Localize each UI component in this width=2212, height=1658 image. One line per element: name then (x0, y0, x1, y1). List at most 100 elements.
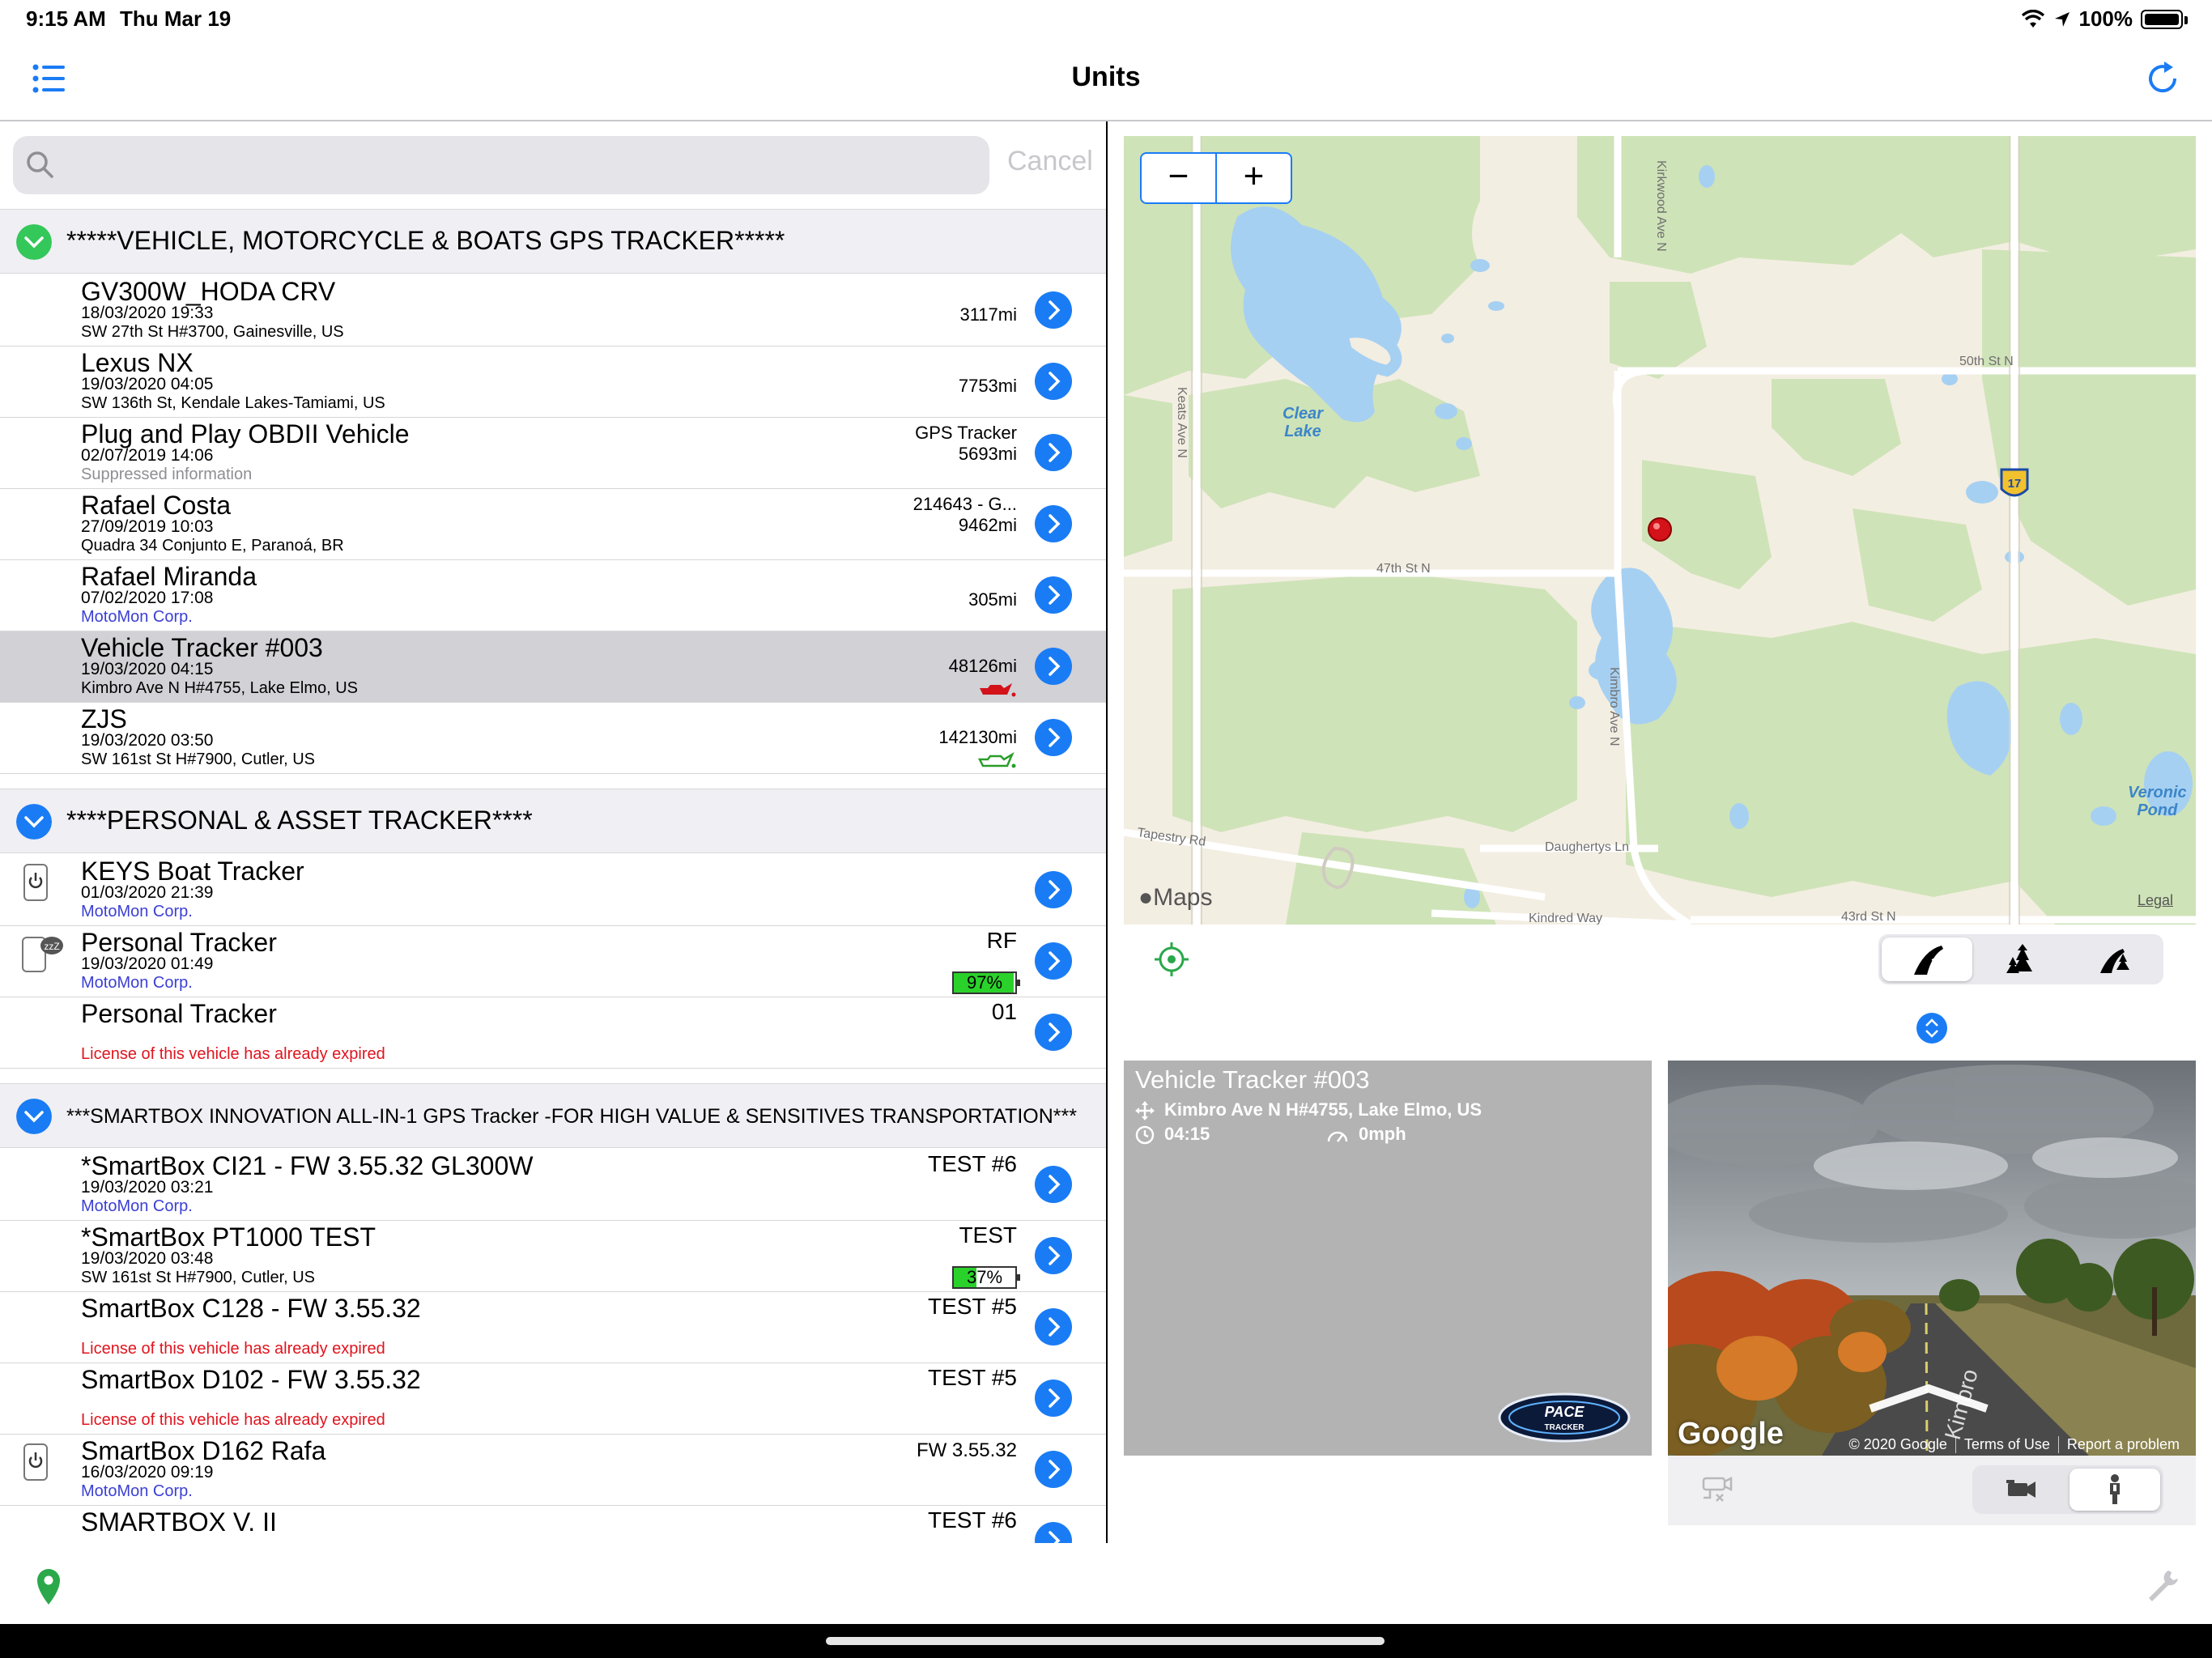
location-arrow-icon (2054, 11, 2069, 27)
map-view[interactable]: 17 Clear Lake Veronic Pond Kirkwood Ave … (1124, 136, 2196, 925)
vehicle-info-card[interactable]: Vehicle Tracker #003 Kimbro Ave N H#4755… (1124, 1061, 1652, 1456)
unit-name: GV300W_HODA CRV (81, 277, 336, 306)
unit-mileage: 3117mi (959, 304, 1017, 325)
status-time: 9:15 AM (26, 6, 106, 31)
chevron-down-icon[interactable] (16, 224, 52, 260)
search-input[interactable] (13, 136, 989, 194)
map-label-veronica-pond: Veronic Pond (2128, 784, 2187, 819)
svg-text:TRACKER: TRACKER (1545, 1423, 1585, 1432)
unit-name: ZJS (81, 704, 127, 733)
street-view-image[interactable]: Kimbro (1668, 1061, 2196, 1456)
chevron-right-icon[interactable] (1035, 719, 1072, 756)
wifi-icon (2021, 9, 2044, 28)
unit-row[interactable]: Plug and Play OBDII Vehicle 02/07/2019 1… (0, 418, 1106, 489)
vehicle-marker[interactable] (1648, 517, 1672, 542)
section-header-smartbox[interactable]: ***SMARTBOX INNOVATION ALL-IN-1 GPS Trac… (0, 1083, 1106, 1148)
chevron-right-icon[interactable] (1035, 505, 1072, 542)
wrench-icon[interactable] (2144, 1567, 2180, 1603)
unit-mileage: 305mi (968, 589, 1017, 610)
speedometer-icon (1327, 1131, 1348, 1142)
chevron-right-icon[interactable] (1035, 648, 1072, 685)
cancel-button[interactable]: Cancel (1007, 146, 1093, 177)
map-type-road-button[interactable] (1882, 937, 1972, 981)
location-pin-icon[interactable] (34, 1567, 63, 1606)
unit-time: 07/02/2020 17:08 (81, 589, 214, 607)
chevron-right-icon[interactable] (1035, 1166, 1072, 1203)
chevron-right-icon[interactable] (1035, 942, 1072, 980)
map-canvas[interactable]: 17 (1124, 136, 2196, 925)
zoom-out-button[interactable]: − (1142, 154, 1217, 202)
unit-row[interactable]: zzZ Personal Tracker 19/03/2020 01:49 Mo… (0, 926, 1106, 997)
map-label-43rd: 43rd St N (1841, 910, 1896, 924)
terms-link[interactable]: Terms of Use (1955, 1436, 2058, 1453)
map-type-hybrid-button[interactable] (2069, 937, 2160, 981)
unit-name: SmartBox D102 - FW 3.55.32 (81, 1365, 421, 1394)
unit-row[interactable]: SmartBox D162 Rafa 16/03/2020 09:19 Moto… (0, 1435, 1106, 1506)
chevron-down-icon[interactable] (16, 804, 52, 840)
unit-tag: TEST #6 (928, 1151, 1017, 1176)
chevron-right-icon[interactable] (1035, 576, 1072, 614)
unit-row[interactable]: *SmartBox CI21 - FW 3.55.32 GL300W 19/03… (0, 1150, 1106, 1221)
section-header-vehicle[interactable]: *****VEHICLE, MOTORCYCLE & BOATS GPS TRA… (0, 209, 1106, 274)
unit-row[interactable]: Lexus NX 19/03/2020 04:05 SW 136th St, K… (0, 346, 1106, 418)
maps-logo-text: Maps (1153, 884, 1213, 911)
engine-oil-warning-icon (980, 683, 1016, 697)
road-icon (1914, 946, 1943, 975)
chevron-right-icon[interactable] (1035, 1522, 1072, 1543)
engine-oil-ok-icon (977, 751, 1016, 768)
street-view-panel[interactable]: Kimbro Google © 2020 Google Terms of Use… (1668, 1061, 2196, 1456)
unit-address: Suppressed information (81, 466, 253, 483)
map-type-satellite-button[interactable] (1976, 937, 2066, 981)
security-camera-icon[interactable] (1699, 1470, 1734, 1506)
clock-icon (1135, 1125, 1155, 1145)
chevron-right-icon[interactable] (1035, 1451, 1072, 1488)
unit-device-type: GPS Tracker (915, 423, 1017, 443)
pane-divider (1106, 121, 1108, 1543)
unit-row-selected[interactable]: Vehicle Tracker #003 19/03/2020 04:15 Ki… (0, 631, 1106, 703)
unit-row[interactable]: Rafael Miranda 07/02/2020 17:08 MotoMon … (0, 560, 1106, 631)
unit-time: 19/03/2020 04:05 (81, 375, 214, 393)
unit-row[interactable]: ZJS 19/03/2020 03:50 SW 161st St H#7900,… (0, 703, 1106, 774)
chevron-right-icon[interactable] (1035, 363, 1072, 400)
unit-row[interactable]: *SmartBox PT1000 TEST 19/03/2020 03:48 S… (0, 1221, 1106, 1292)
map-label-keats: Keats Ave N (1175, 387, 1189, 458)
unit-row[interactable]: Rafael Costa 27/09/2019 10:03 Quadra 34 … (0, 489, 1106, 560)
expand-collapse-icon[interactable] (1916, 1012, 1948, 1044)
chevron-right-icon[interactable] (1035, 1014, 1072, 1051)
unit-row[interactable]: SmartBox C128 - FW 3.55.32 License of th… (0, 1292, 1106, 1363)
chevron-right-icon[interactable] (1035, 1237, 1072, 1274)
chevron-right-icon[interactable] (1035, 871, 1072, 908)
chevron-down-icon[interactable] (16, 1099, 52, 1134)
chevron-right-icon[interactable] (1035, 291, 1072, 329)
unit-name: Plug and Play OBDII Vehicle (81, 419, 410, 449)
unit-row[interactable]: KEYS Boat Tracker 01/03/2020 21:39 MotoM… (0, 855, 1106, 926)
unit-row[interactable]: SMARTBOX V. II TEST #6 (0, 1506, 1106, 1543)
unit-row[interactable]: Personal Tracker License of this vehicle… (0, 997, 1106, 1069)
unit-name: SmartBox D162 Rafa (81, 1436, 326, 1465)
report-problem-link[interactable]: Report a problem (2057, 1436, 2188, 1453)
street-view-mode-control (1972, 1465, 2163, 1514)
license-expired-text: License of this vehicle has already expi… (81, 1045, 385, 1063)
battery-percent: 37% (966, 1267, 1003, 1287)
unit-row[interactable]: SmartBox D102 - FW 3.55.32 License of th… (0, 1363, 1106, 1435)
section-header-personal[interactable]: ****PERSONAL & ASSET TRACKER**** (0, 789, 1106, 853)
battery-percent: 97% (966, 972, 1003, 993)
unit-row[interactable]: GV300W_HODA CRV 18/03/2020 19:33 SW 27th… (0, 275, 1106, 346)
unit-company: MotoMon Corp. (81, 608, 193, 626)
video-camera-button[interactable] (1976, 1469, 2066, 1511)
refresh-icon[interactable] (2142, 58, 2183, 99)
card-speed: 0mph (1359, 1124, 1406, 1144)
chevron-right-icon[interactable] (1035, 1380, 1072, 1417)
chevron-right-icon[interactable] (1035, 434, 1072, 471)
street-view-pegman-button[interactable] (2069, 1469, 2160, 1511)
page-title: Units (1071, 62, 1141, 92)
zoom-in-button[interactable]: + (1217, 154, 1291, 202)
unit-name: Personal Tracker (81, 999, 277, 1028)
search-icon (27, 151, 53, 178)
section-title: ****PERSONAL & ASSET TRACKER**** (66, 806, 533, 835)
bottom-toolbar (0, 1543, 2212, 1624)
home-indicator[interactable] (826, 1637, 1385, 1645)
chevron-right-icon[interactable] (1035, 1308, 1072, 1346)
locate-target-icon[interactable] (1153, 941, 1190, 978)
legal-link[interactable]: Legal (2138, 892, 2173, 909)
